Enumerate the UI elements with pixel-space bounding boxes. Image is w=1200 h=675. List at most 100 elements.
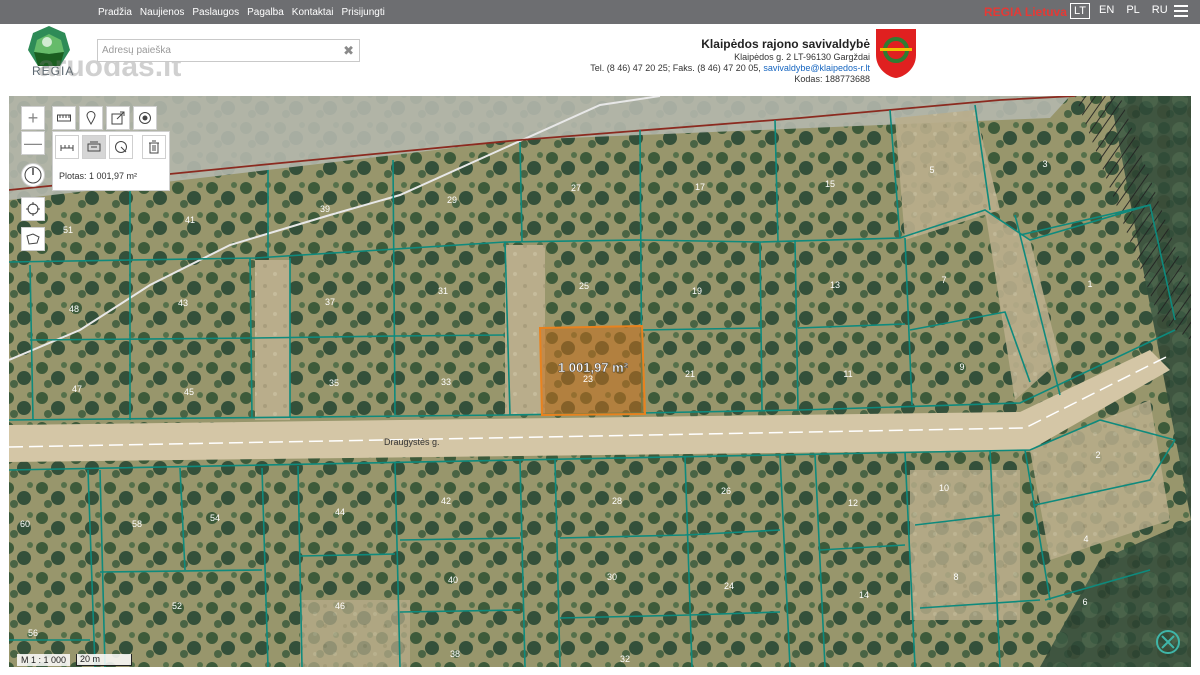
municipality-phones: Tel. (8 46) 47 20 25; Faks. (8 46) 47 20… — [590, 63, 761, 73]
parcel-label: 7 — [941, 275, 946, 285]
nav-login-link[interactable]: Prisijungti — [342, 7, 385, 18]
export-button[interactable] — [106, 106, 130, 130]
pin-icon — [86, 111, 96, 125]
lang-ru[interactable]: RU — [1149, 3, 1171, 19]
compass-button[interactable] — [21, 163, 45, 187]
parcel-label: 2 — [1095, 450, 1100, 460]
nav-services-link[interactable]: Paslaugos — [192, 7, 239, 18]
zoom-out-icon: — — [24, 132, 42, 153]
measure-area-button[interactable] — [82, 135, 106, 159]
measure-cursor-icon — [115, 141, 127, 153]
parcel-label: 25 — [579, 281, 589, 291]
parcel-label: 51 — [63, 225, 73, 235]
parcel-label: 13 — [830, 280, 840, 290]
measure-cursor-button[interactable] — [109, 135, 133, 159]
ruler-button[interactable] — [52, 106, 76, 130]
trash-icon — [149, 140, 159, 154]
top-bar: Pradžia Naujienos Paslaugos Pagalba Kont… — [0, 0, 1200, 24]
parcel-label: 19 — [692, 286, 702, 296]
scale-ratio: M 1 : 1 000 — [17, 654, 71, 666]
parcel-label: 46 — [335, 601, 345, 611]
parcel-label: 14 — [859, 590, 869, 600]
municipality-address: Klaipėdos g. 2 LT-96130 Gargždai — [734, 52, 870, 62]
brand-title[interactable]: REGIA Lietuva — [984, 5, 1067, 19]
zoom-in-button[interactable]: + — [21, 106, 45, 130]
parcel-label: 52 — [172, 601, 182, 611]
parcel-label: 43 — [178, 298, 188, 308]
measure-panel: Plotas: 1 001,97 m² — [52, 131, 170, 191]
measure-line-icon — [60, 145, 74, 151]
clear-measure-button[interactable] — [142, 135, 166, 159]
compass-icon — [24, 166, 42, 184]
map-view[interactable]: 1 001,97 m² 23 Draugystės g. 51 41 39 29 27 1… — [9, 96, 1191, 667]
parcel-label: 31 — [438, 286, 448, 296]
municipality-contacts: Tel. (8 46) 47 20 25; Faks. (8 46) 47 20… — [590, 63, 870, 74]
coat-of-arms-icon — [876, 29, 916, 78]
parcel-label: 3 — [1042, 159, 1047, 169]
parcel-label: 17 — [695, 182, 705, 192]
parcel-label: 12 — [848, 498, 858, 508]
parcel-label: 40 — [448, 575, 458, 585]
parcel-label: 9 — [959, 362, 964, 372]
parcel-label: 45 — [184, 387, 194, 397]
target-button[interactable] — [133, 106, 157, 130]
parcel-label: 4 — [1083, 534, 1088, 544]
nav-home-link[interactable]: Pradžia — [98, 7, 132, 18]
target-icon — [139, 112, 151, 124]
map-scale: M 1 : 1 000 20 m — [17, 654, 133, 666]
parcel-label: 32 — [620, 654, 630, 664]
header: REGIA aruodas.lt ✖ Klaipėdos rajono savi… — [0, 24, 1200, 94]
parcel-label: 10 — [939, 483, 949, 493]
municipality-info: Klaipėdos rajono savivaldybė Klaipėdos g… — [590, 36, 870, 85]
address-search-input[interactable] — [98, 40, 328, 61]
parcel-label: 38 — [450, 649, 460, 659]
lang-lt[interactable]: LT — [1070, 3, 1091, 19]
zoom-in-icon: + — [27, 107, 39, 128]
parcel-label: 48 — [69, 304, 79, 314]
parcel-label: 33 — [441, 377, 451, 387]
polygon-select-button[interactable] — [21, 227, 45, 251]
address-search: ✖ — [97, 39, 360, 62]
nav-contacts-link[interactable]: Kontaktai — [292, 7, 334, 18]
parcel-label: 1 — [1087, 279, 1092, 289]
parcel-label: 6 — [1082, 597, 1087, 607]
menu-icon[interactable] — [1174, 5, 1188, 17]
clear-search-icon[interactable]: ✖ — [343, 43, 354, 59]
municipality-email[interactable]: savivaldybe@klaipedos-r.lt — [763, 63, 870, 73]
municipality-code: Kodas: 188773688 — [794, 74, 870, 84]
locate-button[interactable] — [21, 197, 45, 221]
nav-help-link[interactable]: Pagalba — [247, 7, 284, 18]
parcel-label: 28 — [612, 496, 622, 506]
parcel-label: 15 — [825, 179, 835, 189]
scale-bar: 20 m — [76, 654, 133, 666]
top-navigation: Pradžia Naujienos Paslaugos Pagalba Kont… — [98, 0, 385, 24]
parcel-label: 8 — [953, 572, 958, 582]
selected-area-label: 1 001,97 m² — [558, 360, 629, 375]
measure-area-icon — [87, 141, 101, 152]
measure-line-button[interactable] — [55, 135, 79, 159]
municipality-name: Klaipėdos rajono savivaldybė — [701, 37, 870, 51]
parcel-label: 26 — [721, 486, 731, 496]
parcel-label: 24 — [724, 581, 734, 591]
parcel-label: 11 — [843, 369, 852, 379]
language-switcher: LT EN PL RU — [1070, 3, 1171, 19]
parcel-label: 5 — [929, 165, 934, 175]
parcel-label: 54 — [210, 513, 220, 523]
lang-pl[interactable]: PL — [1123, 3, 1142, 19]
parcel-label: 56 — [28, 628, 38, 638]
lang-en[interactable]: EN — [1096, 3, 1117, 19]
polygon-select-icon — [26, 233, 40, 245]
parcel-label: 21 — [685, 369, 695, 379]
parcel-label: 37 — [325, 297, 335, 307]
street-name: Draugystės g. — [384, 437, 440, 447]
parcel-label: 60 — [20, 519, 30, 529]
parcel-label: 58 — [132, 519, 142, 529]
nav-news-link[interactable]: Naujienos — [140, 7, 184, 18]
parcel-map[interactable]: 1 001,97 m² 23 Draugystės g. 5141392927 1… — [9, 96, 1191, 667]
measure-result: Plotas: 1 001,97 m² — [59, 171, 138, 181]
parcel-label: 30 — [607, 572, 617, 582]
zoom-out-button[interactable]: — — [21, 131, 45, 155]
parcel-label: 39 — [320, 204, 330, 214]
parcel-label: 27 — [571, 183, 581, 193]
pin-button[interactable] — [79, 106, 103, 130]
